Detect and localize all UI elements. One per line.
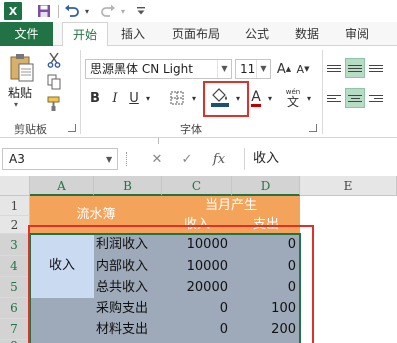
- clipboard-group-label: 剪贴板: [14, 123, 47, 136]
- formula-buttons: ✕ ✓ fx: [142, 148, 242, 170]
- data-range-highlight: [28, 225, 314, 343]
- font-name-dropdown-icon[interactable]: ▼: [217, 60, 231, 78]
- font-group-label: 字体: [180, 123, 202, 136]
- middle-align-button[interactable]: [345, 58, 365, 78]
- current-month-cell[interactable]: 当月产生: [162, 196, 300, 216]
- align-right-button[interactable]: [366, 88, 386, 108]
- cut-icon[interactable]: [44, 50, 64, 70]
- row-header-6[interactable]: 6: [0, 298, 30, 319]
- tab-insert[interactable]: 插入: [112, 22, 154, 46]
- undo-dropdown-icon[interactable]: ▾: [82, 1, 92, 21]
- name-box[interactable]: A3: [2, 148, 118, 170]
- title-bar: X ▾ ▾: [0, 0, 397, 22]
- row-header-3[interactable]: 3: [0, 234, 30, 256]
- column-header-d[interactable]: D: [232, 176, 300, 196]
- bottom-align-button[interactable]: [366, 58, 386, 78]
- paste-icon[interactable]: [8, 52, 36, 84]
- row-header-1[interactable]: 1: [0, 196, 30, 216]
- ribbon-home: 粘贴 ▾ 剪贴板 思源黑体 CN Light ▼ 11 ▼ A ▲ A ▼ B I …: [0, 46, 397, 154]
- font-name-combo[interactable]: 思源黑体 CN Light ▼: [85, 59, 232, 79]
- clipboard-dialog-launcher-icon[interactable]: [68, 124, 76, 132]
- font-size-combo[interactable]: 11 ▼: [235, 59, 271, 79]
- row-header-2[interactable]: 2: [0, 216, 30, 234]
- font-color-icon[interactable]: A: [248, 88, 264, 108]
- font-color-dropdown-icon[interactable]: ▾: [265, 88, 275, 108]
- tab-file[interactable]: 文件: [0, 22, 53, 46]
- font-size-dropdown-icon[interactable]: ▼: [256, 60, 270, 78]
- tab-home[interactable]: 开始: [62, 22, 108, 47]
- customize-quick-access-icon[interactable]: [134, 1, 148, 21]
- tab-data[interactable]: 数据: [286, 22, 328, 46]
- phonetic-guide-icon[interactable]: wén 文: [282, 84, 304, 110]
- font-size-value: 11: [240, 62, 256, 76]
- column-header-a[interactable]: A: [30, 176, 94, 196]
- column-header-b[interactable]: B: [94, 176, 162, 196]
- top-align-button[interactable]: [324, 58, 344, 78]
- paste-dropdown-icon[interactable]: ▾: [14, 100, 18, 109]
- paste-button-label[interactable]: 粘贴: [8, 84, 32, 101]
- format-painter-icon[interactable]: [44, 94, 64, 114]
- borders-icon[interactable]: [166, 88, 188, 108]
- formula-input[interactable]: 收入: [244, 148, 397, 170]
- select-all-corner[interactable]: [0, 176, 30, 196]
- column-header-e[interactable]: E: [300, 176, 397, 196]
- align-center-button[interactable]: [345, 88, 365, 108]
- excel-logo-icon: X: [4, 2, 22, 20]
- enter-icon[interactable]: ✓: [172, 152, 202, 167]
- bold-button[interactable]: B: [86, 88, 104, 108]
- row-header-7[interactable]: 7: [0, 319, 30, 340]
- align-left-button[interactable]: [324, 88, 344, 108]
- insert-function-icon[interactable]: fx: [202, 152, 236, 167]
- redo-icon[interactable]: [98, 1, 118, 21]
- font-dialog-launcher-icon[interactable]: [309, 124, 317, 132]
- fill-color-highlight: [203, 81, 249, 117]
- name-box-dropdown-icon[interactable]: ▼: [106, 155, 112, 164]
- font-name-value: 思源黑体 CN Light: [90, 62, 193, 76]
- tab-review[interactable]: 审阅: [336, 22, 378, 46]
- ribbon-tab-bar: 文件 开始 插入 页面布局 公式 数据 审阅: [0, 22, 397, 47]
- row-header-5[interactable]: 5: [0, 277, 30, 298]
- row-header-4[interactable]: 4: [0, 256, 30, 277]
- increase-font-size-icon[interactable]: A ▲: [275, 59, 293, 79]
- column-header-c[interactable]: C: [162, 176, 232, 196]
- save-icon[interactable]: [34, 1, 54, 21]
- underline-dropdown-icon[interactable]: ▾: [143, 88, 153, 108]
- underline-button[interactable]: U: [125, 88, 143, 108]
- decrease-font-size-icon[interactable]: A ▼: [294, 59, 312, 79]
- undo-icon[interactable]: [62, 1, 82, 21]
- copy-icon[interactable]: [44, 72, 64, 92]
- redo-dropdown-icon[interactable]: ▾: [118, 1, 128, 21]
- phonetic-dropdown-icon[interactable]: ▾: [304, 88, 314, 108]
- borders-dropdown-icon[interactable]: ▾: [189, 88, 199, 108]
- italic-button[interactable]: I: [106, 88, 124, 108]
- tab-page-layout[interactable]: 页面布局: [164, 22, 228, 46]
- cancel-icon[interactable]: ✕: [142, 152, 172, 167]
- tab-formulas[interactable]: 公式: [236, 22, 278, 46]
- formula-bar-grip[interactable]: [126, 152, 128, 166]
